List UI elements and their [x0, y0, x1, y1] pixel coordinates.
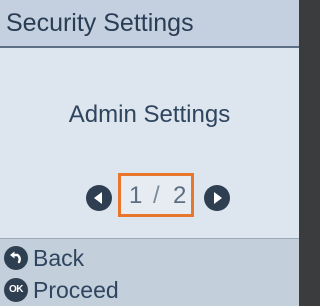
total-pages: 2: [173, 182, 187, 209]
button-guide: Back OK Proceed: [0, 238, 299, 306]
page-indicator: 1 / 2: [118, 173, 194, 217]
back-arrow-icon: [4, 246, 28, 270]
back-label: Back: [33, 245, 85, 271]
page-navigator: 1 / 2: [0, 173, 299, 225]
ok-button-icon: OK: [4, 278, 28, 302]
page-title: Security Settings: [6, 9, 194, 37]
current-page: 1: [129, 182, 143, 209]
next-page-icon[interactable]: [204, 185, 230, 211]
page-separator: /: [153, 182, 160, 209]
previous-page-icon[interactable]: [86, 185, 112, 211]
proceed-label: Proceed: [33, 277, 119, 303]
menu-item-admin-settings[interactable]: Admin Settings: [0, 101, 299, 129]
title-bar: Security Settings: [0, 0, 299, 48]
settings-panel: Admin Settings 1 / 2: [0, 48, 299, 238]
printer-lcd-screen: Security Settings Admin Settings 1 / 2 B…: [0, 0, 299, 306]
